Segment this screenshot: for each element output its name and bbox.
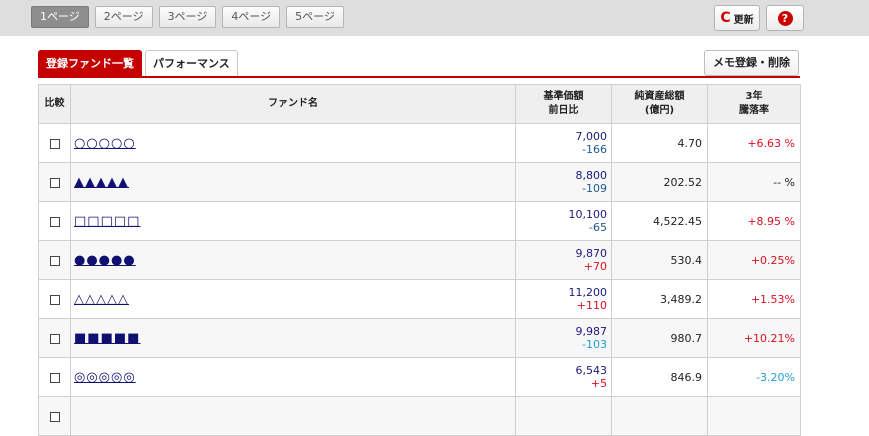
page-button-5[interactable]: 5ページ — [286, 6, 344, 28]
compare-checkbox[interactable] — [49, 294, 60, 305]
net-assets: 980.7 — [611, 318, 708, 358]
memo-button[interactable]: メモ登録・削除 — [704, 50, 799, 76]
tab-bar: 登録ファンド一覧 パフォーマンス — [38, 50, 238, 76]
page-selector: 1ページ 2ページ 3ページ 4ページ 5ページ — [31, 6, 344, 28]
table-row: △△△△△ 11,200 +110 3,489.2 +1.53% — [38, 279, 801, 319]
return-rate: +1.53% — [707, 279, 801, 319]
table-row: ■■■■■ 9,987 -103 980.7 +10.21% — [38, 318, 801, 358]
return-rate: -- % — [707, 162, 801, 202]
net-assets: 4,522.45 — [611, 201, 708, 241]
fund-link[interactable]: △△△△△ — [74, 292, 129, 307]
net-assets — [611, 396, 708, 436]
price-value: 6,543 — [575, 364, 608, 377]
net-assets: 3,489.2 — [611, 279, 708, 319]
return-rate — [707, 396, 801, 436]
table-row: ◎◎◎◎◎ 6,543 +5 846.9 -3.20% — [38, 357, 801, 397]
refresh-label: 更新 — [733, 14, 754, 26]
return-rate: +8.95 % — [707, 201, 801, 241]
page-button-4[interactable]: 4ページ — [222, 6, 281, 28]
compare-checkbox[interactable] — [49, 372, 60, 383]
compare-checkbox[interactable] — [49, 216, 60, 227]
fund-link[interactable]: ◎◎◎◎◎ — [74, 370, 136, 385]
return-rate: +10.21% — [707, 318, 801, 358]
tab-underline — [38, 76, 800, 78]
fund-table: 比較 ファンド名 基準価額 前日比 純資産総額 (億円) 3年 騰落率 ○○○○○ 7… — [38, 84, 801, 436]
price-value: 10,100 — [568, 208, 608, 221]
return-rate: +6.63 % — [707, 123, 801, 163]
price-value: 9,870 — [575, 247, 608, 260]
price-change: -166 — [582, 143, 607, 156]
fund-panel: 登録ファンド一覧 パフォーマンス メモ登録・削除 比較 ファンド名 基準価額 前日… — [0, 36, 869, 436]
tab-performance[interactable]: パフォーマンス — [145, 50, 238, 76]
table-row: ○○○○○ 7,000 -166 4.70 +6.63 % — [38, 123, 801, 163]
header-assets: 純資産総額 (億円) — [611, 84, 708, 124]
price-change: +70 — [583, 260, 607, 273]
net-assets: 202.52 — [611, 162, 708, 202]
tab-registered-funds[interactable]: 登録ファンド一覧 — [38, 50, 142, 76]
price-change: +110 — [576, 299, 607, 312]
price-value: 8,800 — [575, 169, 608, 182]
table-row — [38, 396, 801, 436]
page-button-1[interactable]: 1ページ — [31, 6, 89, 28]
help-button[interactable]: ? — [766, 5, 804, 31]
fund-link[interactable]: ○○○○○ — [74, 136, 136, 151]
fund-link[interactable]: ■■■■■ — [74, 331, 140, 346]
compare-checkbox[interactable] — [49, 138, 60, 149]
price-value: 7,000 — [575, 130, 608, 143]
price-change: +5 — [590, 377, 607, 390]
table-row: ▲▲▲▲▲ 8,800 -109 202.52 -- % — [38, 162, 801, 202]
table-row: ●●●●● 9,870 +70 530.4 +0.25% — [38, 240, 801, 280]
net-assets: 846.9 — [611, 357, 708, 397]
help-icon: ? — [777, 10, 793, 26]
compare-checkbox[interactable] — [49, 255, 60, 266]
compare-checkbox[interactable] — [49, 177, 60, 188]
table-row: □□□□□ 10,100 -65 4,522.45 +8.95 % — [38, 201, 801, 241]
compare-checkbox[interactable] — [49, 411, 60, 422]
price-change: -109 — [582, 182, 607, 195]
header-fund-name: ファンド名 — [70, 84, 516, 124]
header-price: 基準価額 前日比 — [515, 84, 612, 124]
net-assets: 530.4 — [611, 240, 708, 280]
page-button-2[interactable]: 2ページ — [94, 6, 153, 28]
header-compare: 比較 — [38, 84, 71, 124]
header-rate: 3年 騰落率 — [707, 84, 801, 124]
price-change: -65 — [589, 221, 607, 234]
fund-link[interactable]: ▲▲▲▲▲ — [74, 175, 129, 190]
net-assets: 4.70 — [611, 123, 708, 163]
fund-link[interactable]: ●●●●● — [74, 253, 136, 268]
return-rate: +0.25% — [707, 240, 801, 280]
toolbar: 1ページ 2ページ 3ページ 4ページ 5ページ C 更新 ? — [0, 0, 869, 36]
page-button-3[interactable]: 3ページ — [158, 6, 217, 28]
refresh-icon: C — [720, 10, 731, 26]
compare-checkbox[interactable] — [49, 333, 60, 344]
fund-link[interactable]: □□□□□ — [74, 214, 140, 229]
return-rate: -3.20% — [707, 357, 801, 397]
refresh-button[interactable]: C 更新 — [714, 5, 760, 31]
price-change: -103 — [582, 338, 607, 351]
price-value: 11,200 — [568, 286, 608, 299]
price-value: 9,987 — [575, 325, 608, 338]
table-header: 比較 ファンド名 基準価額 前日比 純資産総額 (億円) 3年 騰落率 — [38, 84, 801, 124]
